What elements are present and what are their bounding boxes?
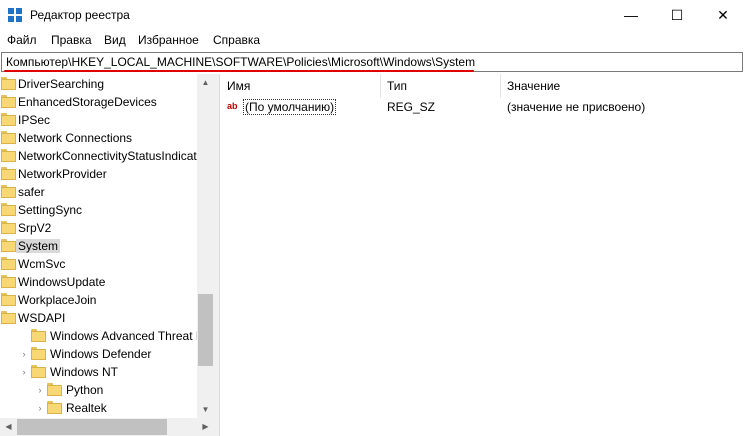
tree-item[interactable]: EnhancedStorageDevices xyxy=(0,93,198,111)
address-red-underline xyxy=(4,70,474,72)
menu-file[interactable]: Файл xyxy=(7,33,37,47)
tree-vertical-scrollbar[interactable]: ▲ ▼ xyxy=(197,74,214,418)
tree-item-label: NetworkConnectivityStatusIndicator xyxy=(18,149,208,163)
tree-item-label: System xyxy=(16,239,61,253)
tree-item[interactable]: SettingSync xyxy=(0,201,198,219)
tree-item-label: Windows Defender xyxy=(50,347,152,361)
tree-item[interactable]: DriverSearching xyxy=(0,75,198,93)
folder-icon xyxy=(31,329,46,342)
folder-icon xyxy=(1,113,16,126)
tree-item-label: DriverSearching xyxy=(18,77,105,91)
column-header-name[interactable]: Имя xyxy=(220,74,380,98)
address-bar[interactable]: Компьютер\HKEY_LOCAL_MACHINE\SOFTWARE\Po… xyxy=(1,52,743,72)
column-header-type[interactable]: Тип xyxy=(380,74,500,98)
folder-icon xyxy=(1,311,16,324)
scroll-down-icon[interactable]: ▼ xyxy=(197,401,214,418)
folder-icon xyxy=(1,293,16,306)
folder-icon xyxy=(1,221,16,234)
chevron-right-icon[interactable]: › xyxy=(19,348,29,360)
chevron-right-icon[interactable]: › xyxy=(35,384,45,396)
folder-icon xyxy=(1,149,16,162)
folder-icon xyxy=(47,383,62,396)
tree-item[interactable]: Network Connections xyxy=(0,129,198,147)
tree-item[interactable]: › Windows NT xyxy=(0,363,198,381)
tree-item-label: Python xyxy=(66,383,104,397)
tree-item[interactable]: ›WindowsUpdate xyxy=(0,273,198,291)
tree-item-label: Network Connections xyxy=(18,131,133,145)
column-header-value[interactable]: Значение xyxy=(500,74,740,98)
folder-icon xyxy=(31,347,46,360)
tree-item-label: WcmSvc xyxy=(18,257,66,271)
folder-icon xyxy=(47,401,62,414)
value-type: REG_SZ xyxy=(387,100,436,114)
chevron-right-icon[interactable]: › xyxy=(35,402,45,414)
tree-item[interactable]: ›WcmSvc xyxy=(0,255,198,273)
menu-view[interactable]: Вид xyxy=(104,33,126,47)
minimize-icon: — xyxy=(624,7,638,23)
folder-icon xyxy=(1,203,16,216)
folder-icon xyxy=(1,77,16,90)
maximize-icon: ☐ xyxy=(670,7,684,23)
tree-vertical-scroll-thumb[interactable] xyxy=(198,294,213,366)
tree-horizontal-scrollbar[interactable]: ◀ ▶ xyxy=(0,418,214,436)
minimize-button[interactable]: — xyxy=(608,0,654,30)
list-item[interactable]: ab (По умолчанию) REG_SZ (значение не пр… xyxy=(220,98,746,116)
tree-item-label: safer xyxy=(18,185,45,199)
title-bar: Редактор реестра — ☐ ✕ xyxy=(0,0,746,30)
scroll-up-icon[interactable]: ▲ xyxy=(197,74,214,91)
string-value-icon: ab xyxy=(227,101,238,111)
tree-item[interactable]: ›NetworkConnectivityStatusIndicator xyxy=(0,147,207,165)
scroll-left-icon[interactable]: ◀ xyxy=(0,418,17,436)
address-path[interactable]: Компьютер\HKEY_LOCAL_MACHINE\SOFTWARE\Po… xyxy=(6,55,475,69)
window-title: Редактор реестра xyxy=(30,8,130,22)
folder-icon xyxy=(1,167,16,180)
tree-item[interactable]: Windows Advanced Threat Protection xyxy=(0,327,214,345)
folder-icon xyxy=(1,95,16,108)
tree-item[interactable]: › Python xyxy=(0,381,198,399)
folder-icon xyxy=(1,257,16,270)
value-data: (значение не присвоено) xyxy=(507,100,646,114)
tree-item[interactable]: ›safer xyxy=(0,183,198,201)
scroll-right-icon[interactable]: ▶ xyxy=(197,418,214,436)
tree-item-label: NetworkProvider xyxy=(18,167,107,181)
tree-item[interactable]: System xyxy=(0,237,198,255)
close-button[interactable]: ✕ xyxy=(700,0,746,30)
registry-editor-icon xyxy=(8,8,22,22)
folder-icon xyxy=(31,365,46,378)
tree-item-label: WorkplaceJoin xyxy=(18,293,97,307)
tree-item[interactable]: ›IPSec xyxy=(0,111,198,129)
menu-bar: Файл Правка Вид Избранное Справка xyxy=(0,30,746,50)
tree-item[interactable]: ›WSDAPI xyxy=(0,309,198,327)
tree-item-label: EnhancedStorageDevices xyxy=(18,95,157,109)
menu-favorites[interactable]: Избранное xyxy=(138,33,199,47)
folder-icon xyxy=(1,131,16,144)
tree-item-label: IPSec xyxy=(18,113,51,127)
tree-item-label: Windows Advanced Threat Protection xyxy=(50,329,214,343)
values-list[interactable]: Имя Тип Значение ab (По умолчанию) REG_S… xyxy=(219,74,746,436)
tree-item-label: WindowsUpdate xyxy=(18,275,106,289)
tree-item-label: SrpV2 xyxy=(18,221,52,235)
tree-item[interactable]: › Windows Defender xyxy=(0,345,198,363)
value-name: (По умолчанию) xyxy=(243,99,337,115)
key-tree[interactable]: DriverSearchingEnhancedStorageDevices›IP… xyxy=(0,74,214,436)
tree-item-label: Realtek xyxy=(66,401,107,415)
tree-horizontal-scroll-thumb[interactable] xyxy=(17,419,167,435)
tree-item[interactable]: WorkplaceJoin xyxy=(0,291,198,309)
folder-icon xyxy=(1,275,16,288)
folder-icon xyxy=(1,239,16,252)
tree-item-label: Windows NT xyxy=(50,365,119,379)
menu-help[interactable]: Справка xyxy=(213,33,260,47)
tree-item-label: WSDAPI xyxy=(18,311,66,325)
menu-edit[interactable]: Правка xyxy=(51,33,92,47)
tree-item[interactable]: ›SrpV2 xyxy=(0,219,198,237)
close-icon: ✕ xyxy=(717,7,729,23)
maximize-button[interactable]: ☐ xyxy=(654,0,700,30)
tree-item-label: SettingSync xyxy=(18,203,83,217)
tree-item[interactable]: › Realtek xyxy=(0,399,198,417)
chevron-right-icon[interactable]: › xyxy=(19,366,29,378)
folder-icon xyxy=(1,185,16,198)
tree-item[interactable]: ›NetworkProvider xyxy=(0,165,198,183)
